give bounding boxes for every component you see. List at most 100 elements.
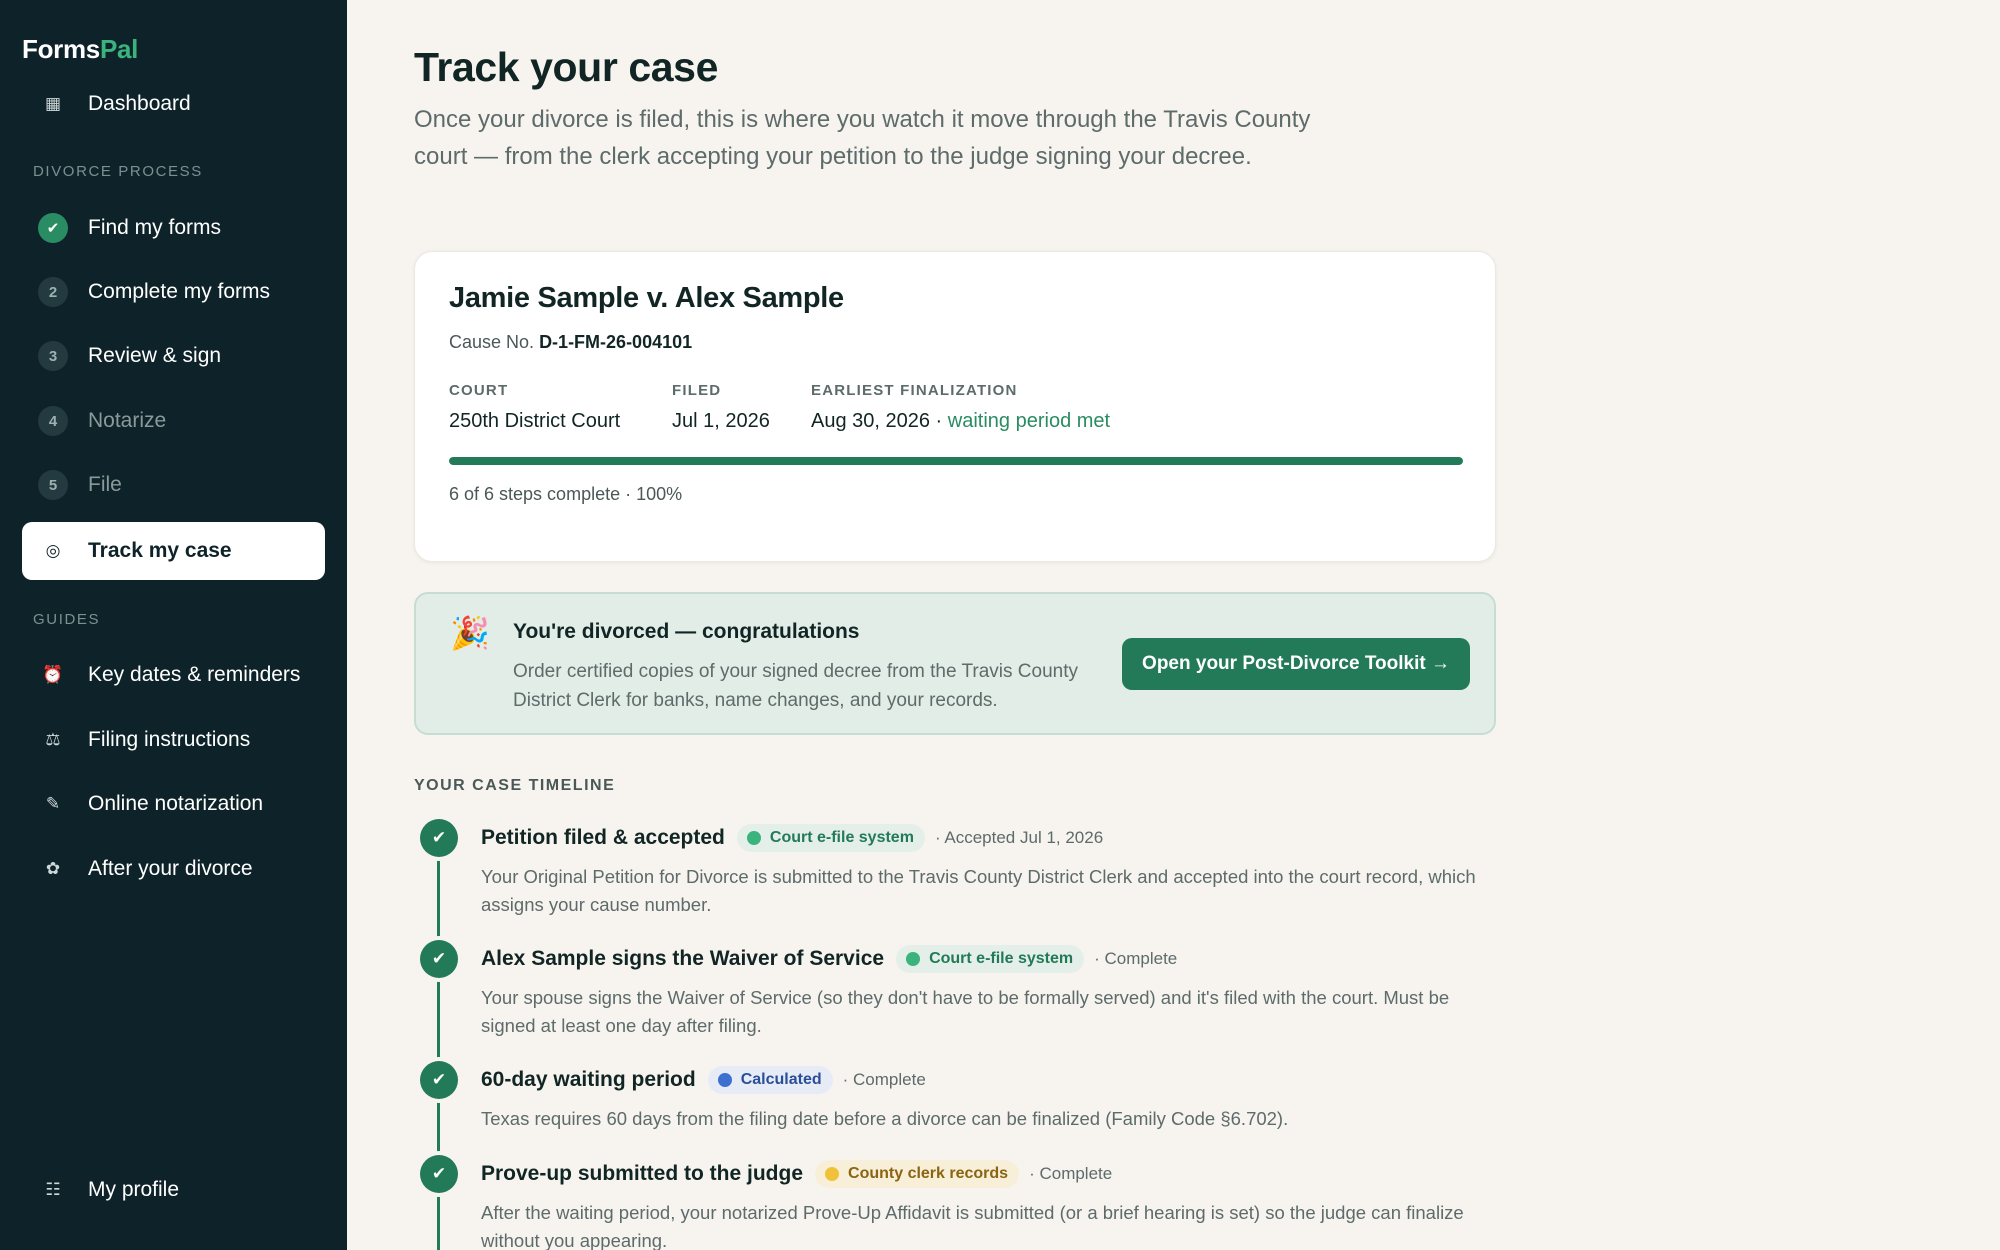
- sidebar-item-label: Complete my forms: [88, 280, 271, 303]
- timeline-item-description: Your spouse signs the Waiver of Service …: [481, 987, 1450, 1036]
- step-number: 3: [38, 341, 68, 371]
- filed-value: Jul 1, 2026: [672, 410, 770, 432]
- case-summary-card: Jamie Sample v. Alex Sample Cause No. D-…: [414, 251, 1496, 562]
- timeline-item-description: Texas requires 60 days from the filing d…: [481, 1108, 1289, 1129]
- status-dot: [825, 1167, 840, 1181]
- timeline-item-title: Prove-up submitted to the judge: [481, 1162, 804, 1185]
- timeline-heading: YOUR CASE TIMELINE: [414, 777, 616, 794]
- timeline-item-header: Petition filed & accepted Court e-file s…: [481, 824, 1103, 852]
- check-icon: ✔: [38, 213, 68, 243]
- sidebar-item-after-your-divorce[interactable]: ✿ After your divorce: [22, 840, 325, 898]
- timeline-item-description: Your Original Petition for Divorce is su…: [481, 866, 1476, 915]
- source-badge: Calculated: [707, 1066, 833, 1094]
- sidebar-item-label: Filing instructions: [88, 728, 251, 751]
- check-icon: ✔: [420, 940, 458, 978]
- sidebar-item-complete-my-forms[interactable]: 2 Complete my forms: [22, 263, 325, 321]
- case-progress-bar: [449, 457, 1463, 465]
- sidebar-item-label: After your divorce: [88, 857, 253, 880]
- timeline-item-status: · Complete: [842, 1070, 926, 1089]
- sidebar-item-my-profile[interactable]: ☷ My profile: [22, 1161, 325, 1219]
- status-dot: [717, 1073, 732, 1087]
- badge-label: Court e-file system: [769, 829, 914, 846]
- sidebar-item-find-my-forms[interactable]: ✔ Find my forms: [22, 199, 325, 257]
- source-badge: Court e-file system: [896, 945, 1085, 973]
- check-icon: ✔: [420, 819, 458, 857]
- sidebar-item-label: Track my case: [88, 539, 232, 562]
- cause-label: Cause No.: [449, 332, 535, 352]
- finalization-label: EARLIEST FINALIZATION: [811, 382, 1018, 399]
- sidebar-item-key-dates[interactable]: ⏰ Key dates & reminders: [22, 646, 325, 704]
- page-description: Once your divorce is filed, this is wher…: [414, 106, 1311, 170]
- timeline-item-header: Alex Sample signs the Waiver of Service …: [481, 945, 1177, 973]
- sidebar-item-label: File: [88, 473, 122, 496]
- cause-number-value: D-1-FM-26-004101: [539, 332, 693, 352]
- check-icon: ✔: [420, 1155, 458, 1193]
- finalization-value: Aug 30, 2026 · waiting period met: [811, 410, 1110, 433]
- logo-part-pal: Pal: [99, 34, 139, 64]
- timeline-item-title: 60-day waiting period: [481, 1068, 696, 1091]
- case-title: Jamie Sample v. Alex Sample: [449, 282, 844, 314]
- sidebar-item-filing-instructions[interactable]: ⚖ Filing instructions: [22, 711, 325, 769]
- sidebar-item-label: My profile: [88, 1178, 180, 1201]
- check-icon: ✔: [420, 1061, 458, 1099]
- sidebar-item-track-my-case[interactable]: ◎ Track my case: [22, 522, 325, 580]
- status-dot: [906, 952, 921, 966]
- grid-icon: ▦: [44, 94, 62, 113]
- filed-label: FILED: [672, 382, 722, 399]
- source-badge: County clerk records: [815, 1160, 1020, 1188]
- timeline-item-title: Alex Sample signs the Waiver of Service: [481, 947, 885, 970]
- timeline-item-status: · Complete: [1029, 1164, 1113, 1183]
- logo-part-forms: Forms: [22, 34, 100, 64]
- alarm-clock-icon: ⏰: [42, 665, 64, 684]
- step-number: 2: [38, 277, 68, 307]
- progress-text: 6 of 6 steps complete · 100%: [449, 484, 683, 504]
- sidebar-item-online-notarization[interactable]: ✎ Online notarization: [22, 775, 325, 833]
- step-number: 5: [38, 470, 68, 500]
- sidebar-item-label: Notarize: [88, 409, 167, 432]
- sidebar-item-notarize[interactable]: 4 Notarize: [22, 392, 325, 450]
- target-icon: ◎: [45, 541, 61, 560]
- badge-label: County clerk records: [848, 1165, 1009, 1182]
- timeline-item-description: After the waiting period, your notarized…: [481, 1202, 1464, 1250]
- waiting-period-note: waiting period met: [947, 410, 1111, 432]
- nav-section-guides: GUIDES: [33, 611, 101, 628]
- court-label: COURT: [449, 382, 509, 399]
- sidebar-item-dashboard[interactable]: ▦ Dashboard: [22, 75, 325, 133]
- timeline-item-title: Petition filed & accepted: [481, 826, 725, 849]
- finalization-field: EARLIEST FINALIZATION Aug 30, 2026 · wai…: [811, 382, 1110, 433]
- filed-field: FILED Jul 1, 2026: [672, 382, 770, 433]
- app-logo[interactable]: FormsPal: [22, 34, 138, 65]
- court-value: 250th District Court: [449, 410, 621, 432]
- badge-label: Calculated: [740, 1071, 822, 1088]
- nav-section-divorce-process: DIVORCE PROCESS: [33, 163, 203, 180]
- source-badge: Court e-file system: [736, 824, 925, 852]
- congrats-description: Order certified copies of your signed de…: [513, 661, 1078, 711]
- sidebar-item-label: Review & sign: [88, 344, 222, 367]
- court-field: COURT 250th District Court: [449, 382, 620, 433]
- sidebar-item-review-sign[interactable]: 3 Review & sign: [22, 327, 325, 385]
- timeline-item-status: · Accepted Jul 1, 2026: [934, 828, 1104, 847]
- sidebar: FormsPal ▦ Dashboard DIVORCE PROCESS ✔ F…: [0, 0, 347, 1250]
- finalization-date: Aug 30, 2026 ·: [811, 410, 943, 432]
- scales-icon: ⚖: [45, 730, 61, 749]
- page-title: Track your case: [414, 44, 718, 90]
- timeline-item-status: · Complete: [1094, 949, 1178, 968]
- badge-label: Court e-file system: [929, 950, 1074, 967]
- sidebar-item-label: Find my forms: [88, 216, 222, 239]
- cause-number: Cause No. D-1-FM-26-004101: [449, 332, 692, 353]
- congrats-title: You're divorced — congratulations: [513, 620, 860, 643]
- timeline-item-header: Prove-up submitted to the judge County c…: [481, 1160, 1112, 1188]
- status-dot: [746, 831, 761, 845]
- sidebar-item-label: Key dates & reminders: [88, 663, 301, 686]
- pen-icon: ✎: [45, 794, 61, 813]
- party-popper-icon: 🎉: [450, 615, 490, 651]
- sidebar-item-label: Online notarization: [88, 792, 264, 815]
- flower-icon: ✿: [45, 859, 61, 878]
- timeline-item-header: 60-day waiting period Calculated · Compl…: [481, 1066, 926, 1094]
- congrats-banner: 🎉 You're divorced — congratulations Orde…: [414, 592, 1496, 735]
- open-post-divorce-toolkit-button[interactable]: Open your Post-Divorce Toolkit →: [1122, 638, 1470, 690]
- sidebar-item-file[interactable]: 5 File: [22, 456, 325, 514]
- case-progress-fill: [449, 457, 1463, 465]
- step-number: 4: [38, 406, 68, 436]
- list-icon: ☷: [45, 1180, 61, 1199]
